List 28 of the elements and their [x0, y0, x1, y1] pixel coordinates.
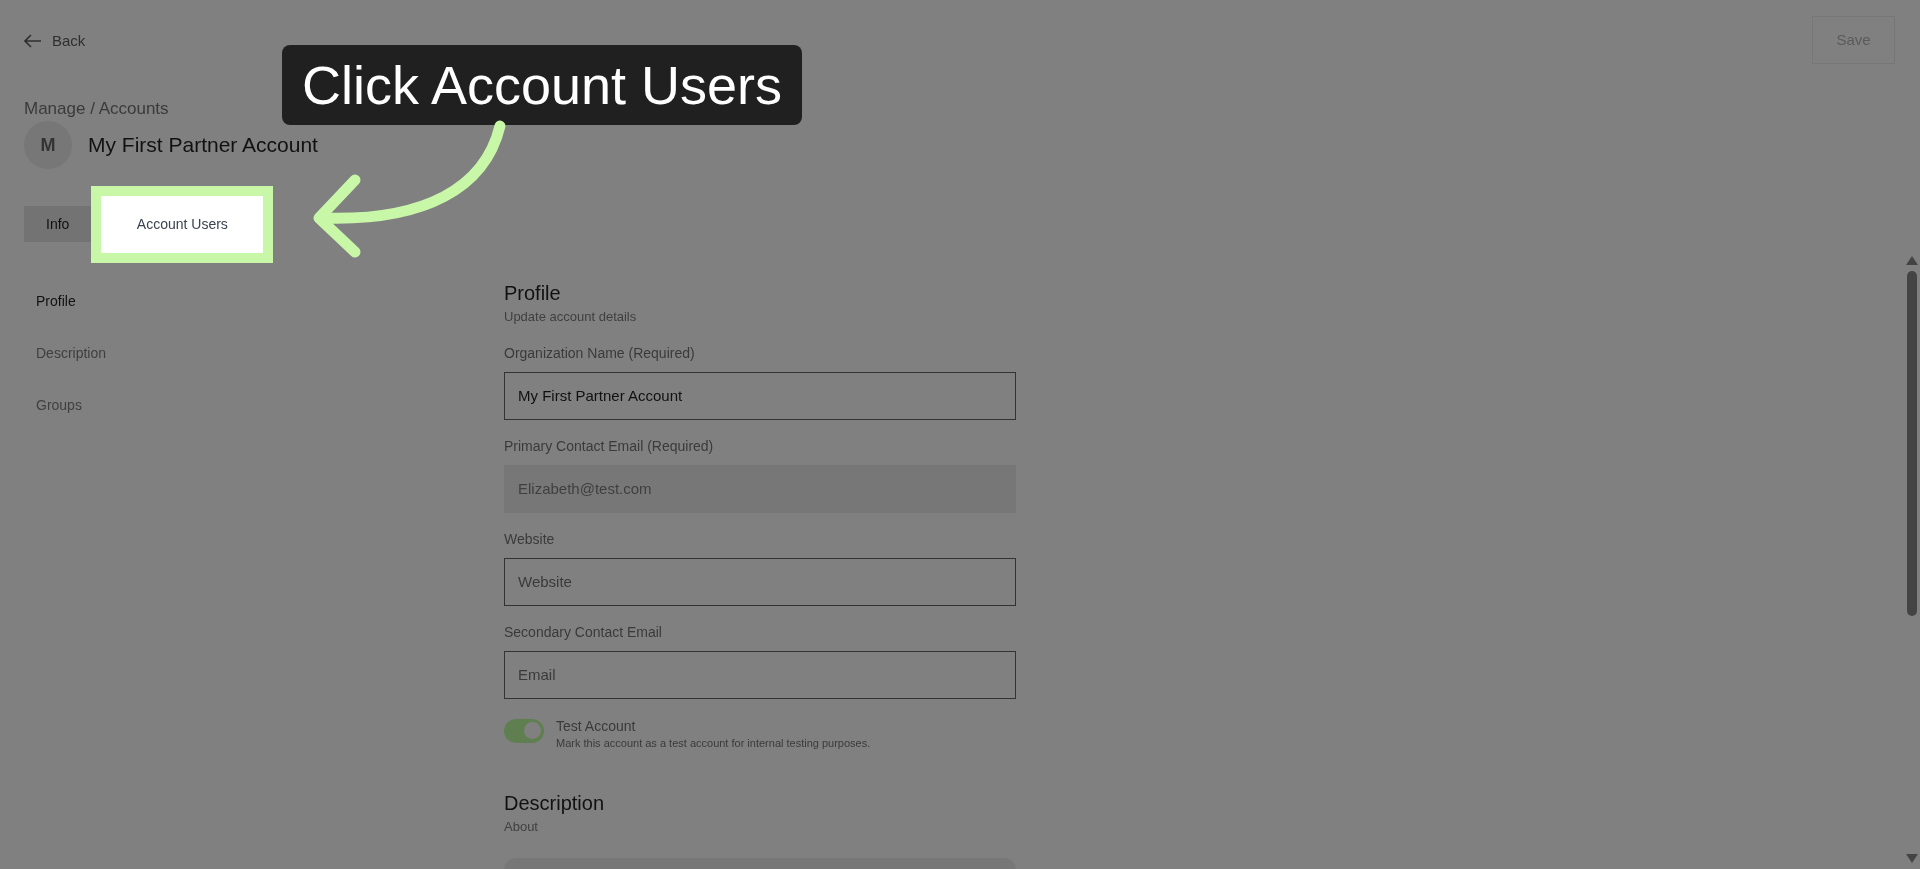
field-label: Secondary Contact Email	[504, 622, 663, 642]
field-label: Website	[504, 529, 556, 549]
toggle-switch[interactable]	[504, 718, 544, 743]
scroll-down-icon[interactable]	[1906, 854, 1918, 863]
section-title: Profile	[504, 281, 562, 305]
input-field[interactable]: Email	[504, 650, 1016, 699]
toggle-label: Test Account	[556, 716, 637, 735]
scrollbar-thumb[interactable]	[1907, 271, 1917, 616]
back-link[interactable]: Back	[24, 30, 86, 53]
section-nav-item[interactable]: Groups	[36, 395, 504, 447]
input-field[interactable]: Website	[504, 557, 1016, 606]
section-subtitle: Update account details	[504, 308, 638, 326]
section-subtitle: About	[504, 817, 539, 836]
input-field[interactable]: My First Partner Account	[504, 371, 1016, 420]
section-title: Description	[504, 790, 606, 815]
breadcrumb: Manage / Accounts	[23, 98, 170, 120]
callout: Click Account Users	[282, 45, 802, 125]
section-nav-item[interactable]: Profile	[36, 291, 504, 343]
toggle-description: Mark this account as a test account for internal testing purposes.	[556, 735, 871, 751]
tab[interactable]: Info	[24, 206, 92, 242]
section-nav-item[interactable]: Description	[36, 343, 504, 395]
field-label: Organization Name (Required)	[504, 343, 696, 363]
field-label: Primary Contact Email (Required)	[504, 436, 715, 456]
scroll-up-icon[interactable]	[1906, 256, 1918, 265]
tab[interactable]: Account Users	[91, 185, 274, 263]
avatar: M	[24, 121, 72, 169]
account-name: My First Partner Account	[88, 132, 318, 159]
back-arrow-icon	[24, 34, 42, 49]
